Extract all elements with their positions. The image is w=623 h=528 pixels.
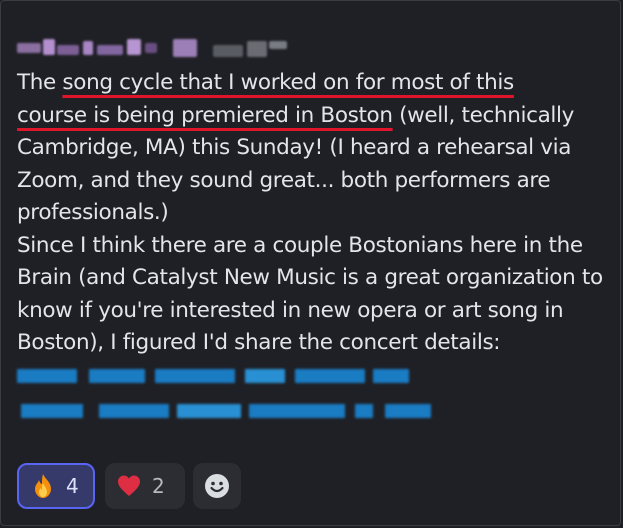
reaction-fire[interactable]: 4 [17,463,95,509]
message-text-intro: The [17,70,63,95]
reaction-heart-count: 2 [152,474,165,498]
message-card: The song cycle that I worked on for most… [0,0,621,526]
redacted-link-2[interactable] [17,404,432,418]
redacted-link-1[interactable] [17,368,412,383]
message-text-para2: Since I think there are a couple Bostoni… [17,232,603,356]
add-reaction-button[interactable] [193,463,241,509]
fire-emoji-icon [30,473,56,499]
reaction-fire-count: 4 [66,474,79,498]
author-header-redacted [17,37,287,57]
reaction-heart[interactable]: 2 [105,463,185,509]
smiley-add-reaction-icon [204,473,230,499]
message-paragraph-2: Since I think there are a couple Bostoni… [17,230,607,425]
message-body: The song cycle that I worked on for most… [17,67,607,425]
message-paragraph-1: The song cycle that I worked on for most… [17,67,607,230]
underlined-phrase-2: course is being premiered in Boston [17,102,393,128]
underlined-phrase-1: song cycle that I worked on for most of … [62,70,514,95]
heart-emoji-icon [116,473,142,499]
